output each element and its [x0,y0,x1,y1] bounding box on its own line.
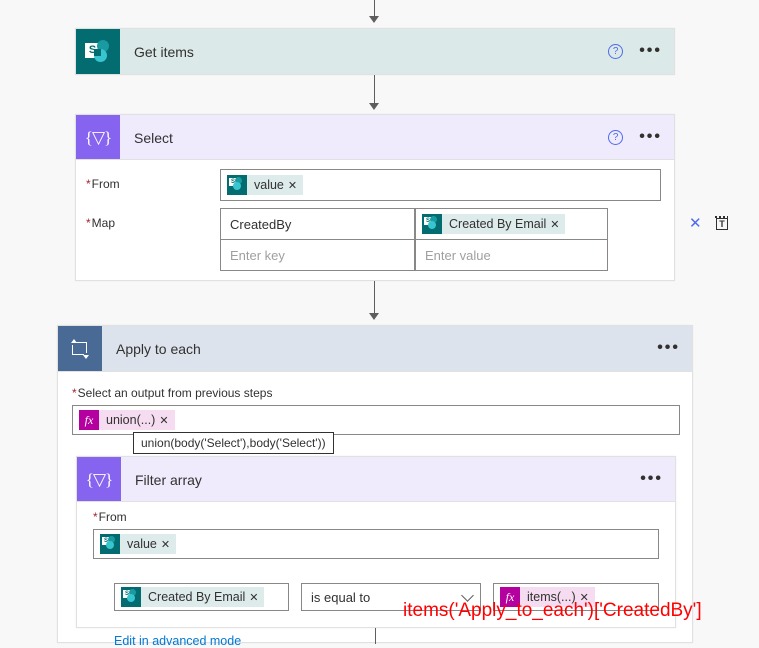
help-icon[interactable]: ? [608,129,624,145]
connector-below-filter-array [375,628,376,644]
map-key-input-2[interactable]: Enter key [220,239,415,271]
step-card-apply-to-each[interactable]: Apply to each ••• *Select an output from… [57,325,693,648]
edit-in-advanced-mode-link[interactable]: Edit in advanced mode [114,634,241,648]
help-icon[interactable]: ? [608,43,624,59]
map-key-placeholder-2: Enter key [230,247,285,263]
more-options-icon[interactable]: ••• [639,43,662,59]
step-card-select[interactable]: {▽} Select ? ••• *From S value ✕ *Map Cr… [75,114,728,281]
token-created-by-email[interactable]: S Created By Email ✕ [121,587,265,607]
token-label: value [127,537,157,551]
required-marker: * [86,177,91,191]
filter-array-header[interactable]: {▽} Filter array ••• [77,457,675,502]
select-title: Select [134,129,173,146]
filter-from-input[interactable]: S value ✕ [93,529,659,559]
expression-tooltip: union(body('Select'),body('Select')) [133,432,334,454]
filter-from-label: *From [93,510,127,524]
get-items-header[interactable]: S Get items ? ••• [76,29,674,74]
filter-glyph: {▽} [85,470,113,489]
fx-icon: fx [79,410,99,430]
data-operation-icon: {▽} [76,115,120,160]
token-label: Created By Email [148,590,246,604]
token-remove-icon[interactable]: ✕ [550,218,565,231]
token-label: union(...) [106,413,156,427]
required-marker: * [86,216,91,230]
select-from-row: *From S value ✕ [76,169,676,201]
token-label: Created By Email [449,217,547,231]
map-value-placeholder-2: Enter value [425,247,491,263]
more-options-icon[interactable]: ••• [640,471,663,487]
select-map-label: *Map [86,216,116,230]
select-output-input[interactable]: fx union(...) ✕ [72,405,680,435]
token-remove-icon[interactable]: ✕ [161,538,176,551]
loop-icon [58,326,102,372]
apply-to-each-title: Apply to each [116,341,201,357]
sharepoint-icon: S [100,534,120,554]
sharepoint-icon: S [227,175,247,195]
map-value-input-2[interactable]: Enter value [415,239,608,271]
sharepoint-icon: S [121,587,141,607]
token-remove-icon[interactable]: ✕ [288,179,303,192]
token-remove-icon[interactable]: ✕ [159,414,174,427]
switch-to-text-mode-icon[interactable]: T [714,216,730,232]
select-map-row: *Map CreatedBy S Created By Email ✕ ✕ T [76,208,728,280]
sharepoint-icon: S [422,214,442,234]
token-union-expression[interactable]: fx union(...) ✕ [79,410,175,430]
connector-select-loop-arrow [369,313,379,320]
connector-top-arrow [369,16,379,23]
step-card-get-items[interactable]: S Get items ? ••• [75,28,675,75]
select-from-input[interactable]: S value ✕ [220,169,661,201]
map-key-input-1[interactable]: CreatedBy [220,208,415,240]
condition-operator-value: is equal to [311,589,371,605]
required-marker: * [72,386,77,400]
filter-array-title: Filter array [135,471,202,488]
more-options-icon[interactable]: ••• [657,340,680,356]
token-created-by-email[interactable]: S Created By Email ✕ [422,214,566,234]
connector-select-loop [374,281,375,317]
map-key-value-1: CreatedBy [230,216,292,232]
annotation-text: items('Apply_to_each')['CreatedBy'] [403,600,702,621]
connector-getitems-select-arrow [369,103,379,110]
data-operation-icon: {▽} [77,457,121,502]
token-value[interactable]: S value ✕ [227,175,304,195]
condition-left-input[interactable]: S Created By Email ✕ [114,583,289,611]
token-value[interactable]: S value ✕ [100,534,177,554]
flow-canvas: S Get items ? ••• {▽} Select ? ••• *From… [0,0,759,648]
select-output-label: *Select an output from previous steps [72,386,273,400]
sharepoint-icon: S [76,29,120,74]
select-from-label: *From [86,177,120,191]
select-header[interactable]: {▽} Select ? ••• [76,115,674,160]
token-label: value [254,178,284,192]
get-items-title: Get items [134,43,194,60]
apply-to-each-header[interactable]: Apply to each ••• [58,326,692,372]
map-value-input-1[interactable]: S Created By Email ✕ [415,208,608,240]
required-marker: * [93,510,98,524]
more-options-icon[interactable]: ••• [639,129,662,145]
token-remove-icon[interactable]: ✕ [249,591,264,604]
select-glyph: {▽} [84,128,112,147]
delete-map-row-icon[interactable]: ✕ [689,214,702,232]
